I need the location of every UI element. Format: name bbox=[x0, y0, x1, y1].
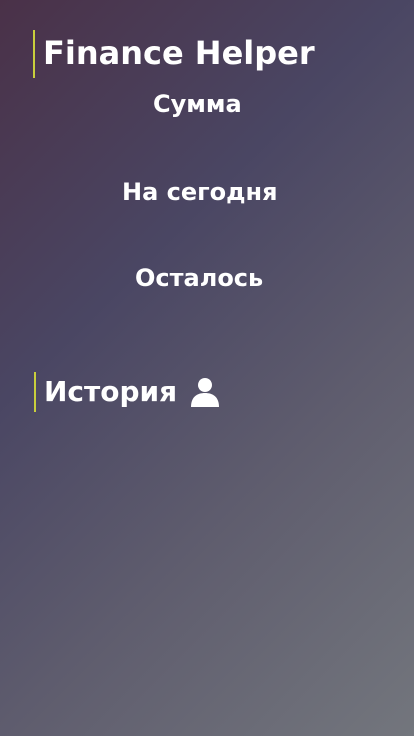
history-label: История bbox=[44, 375, 178, 408]
remaining-label: Осталось bbox=[135, 264, 264, 292]
app-screen: Finance Helper Сумма На сегодня Осталось… bbox=[0, 0, 414, 736]
user-icon[interactable] bbox=[189, 376, 221, 408]
app-title: Finance Helper bbox=[33, 30, 315, 78]
today-label: На сегодня bbox=[122, 178, 278, 206]
history-section[interactable]: История bbox=[34, 372, 221, 412]
sum-label: Сумма bbox=[153, 90, 242, 118]
